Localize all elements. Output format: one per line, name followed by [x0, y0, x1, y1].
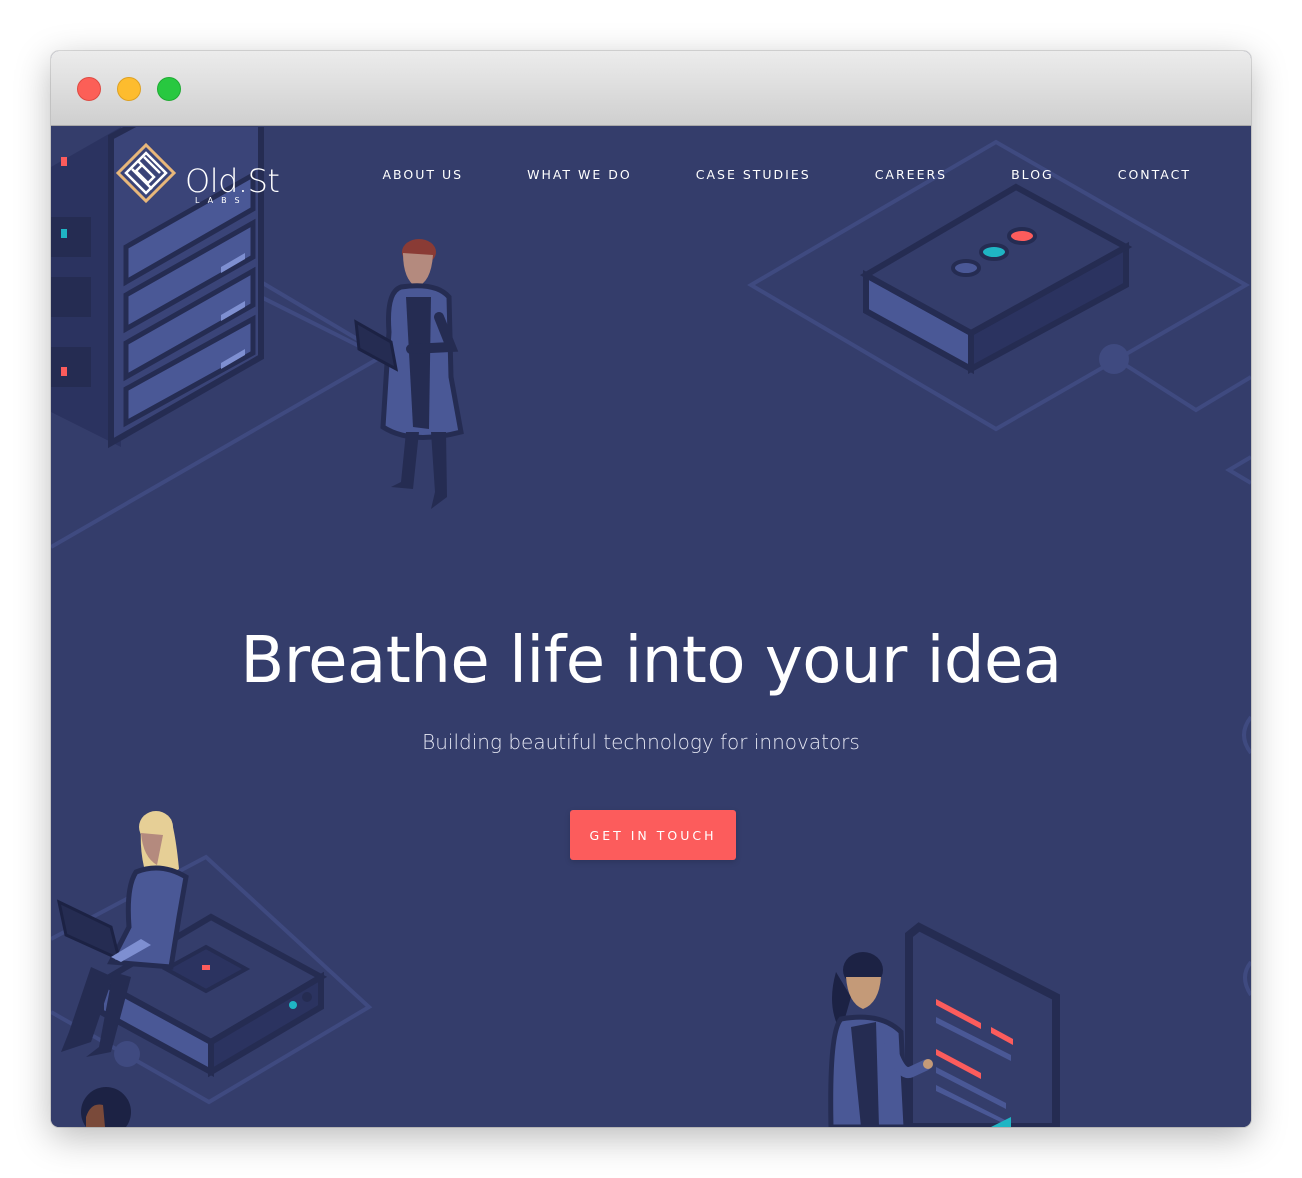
- man-with-tablet-illustration: [354, 239, 464, 509]
- hero-subtitle: Building beautiful technology for innova…: [422, 730, 860, 754]
- minimize-window-button[interactable]: [117, 77, 141, 101]
- maximize-window-button[interactable]: [157, 77, 181, 101]
- woman-with-laptop-illustration: [56, 811, 328, 1127]
- main-nav: ABOUT US WHAT WE DO CASE STUDIES CAREERS…: [383, 167, 1192, 183]
- brand-tagline: LABS: [195, 196, 248, 205]
- nav-link-case-studies[interactable]: CASE STUDIES: [696, 167, 811, 183]
- nav-link-what-we-do[interactable]: WHAT WE DO: [527, 167, 632, 183]
- nav-link-about-us[interactable]: ABOUT US: [383, 167, 464, 183]
- hero-title: Breathe life into your idea: [240, 624, 1062, 698]
- nav-link-careers[interactable]: CAREERS: [875, 167, 947, 183]
- brand-logo[interactable]: Old.St LABS: [115, 143, 285, 207]
- get-in-touch-button[interactable]: GET IN TOUCH: [570, 810, 736, 860]
- hero-section: Old.St LABS ABOUT US WHAT WE DO CASE STU…: [51, 127, 1251, 1127]
- nav-link-blog[interactable]: BLOG: [1011, 167, 1054, 183]
- nav-link-contact[interactable]: CONTACT: [1118, 167, 1191, 183]
- woman-with-screen-illustration: [828, 922, 1060, 1127]
- window-titlebar: [51, 51, 1251, 126]
- close-window-button[interactable]: [77, 77, 101, 101]
- browser-window: Old.St LABS ABOUT US WHAT WE DO CASE STU…: [51, 51, 1251, 1127]
- brand-name: Old.St: [185, 162, 280, 200]
- device-box-illustration: [859, 183, 1133, 375]
